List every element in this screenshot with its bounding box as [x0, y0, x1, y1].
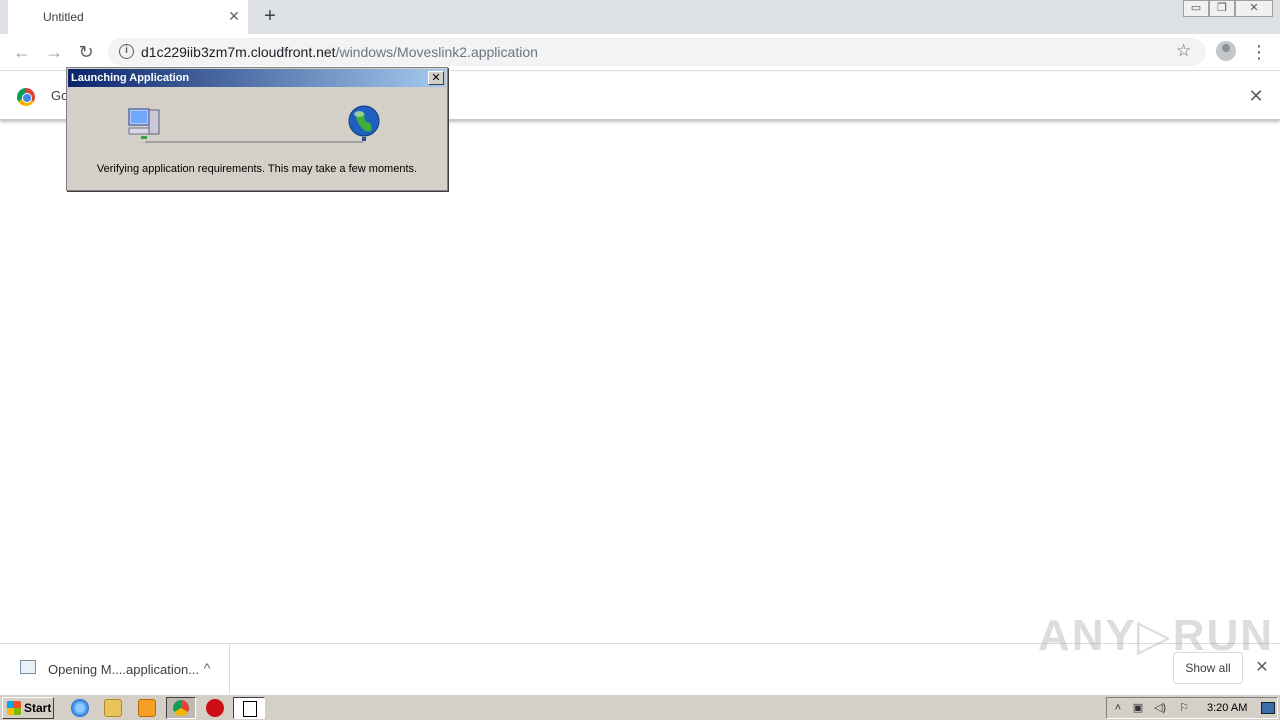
tab-untitled[interactable]: Untitled ✕ — [8, 0, 248, 34]
browser-toolbar: ← → ↻ i d1c229iib3zm7m.cloudfront.net/wi… — [0, 34, 1280, 71]
dialog-title: Launching Application — [71, 72, 190, 84]
infobar-close-icon[interactable]: ✕ — [1246, 86, 1266, 106]
chevron-up-icon[interactable]: ^ — [198, 658, 216, 678]
profile-avatar-icon[interactable] — [1216, 41, 1236, 61]
file-explorer-icon[interactable] — [104, 699, 122, 717]
start-button[interactable]: Start — [2, 697, 54, 719]
window-maximize-button[interactable]: ❐ — [1209, 0, 1235, 17]
internet-explorer-icon[interactable] — [71, 699, 89, 717]
tray-chevron-icon[interactable]: ˄ — [1111, 701, 1125, 715]
network-icon[interactable]: ▣ — [1131, 701, 1145, 715]
clickonce-app-taskbar-icon[interactable] — [233, 697, 265, 719]
progress-line — [145, 141, 363, 143]
volume-icon[interactable]: ◁) — [1153, 701, 1167, 715]
globe-icon — [348, 105, 380, 141]
dialog-message: Verifying application requirements. This… — [96, 163, 418, 175]
tab-title: Untitled — [43, 10, 84, 24]
application-file-icon — [20, 660, 36, 674]
clock[interactable]: 3:20 AM — [1207, 702, 1247, 714]
computer-icon — [128, 108, 160, 139]
chrome-taskbar-icon[interactable] — [166, 697, 196, 719]
tab-close-icon[interactable]: ✕ — [226, 8, 242, 24]
browser-menu-icon[interactable]: ⋮ — [1250, 40, 1268, 64]
download-item[interactable]: Opening M....application... ^ — [0, 644, 230, 694]
bookmark-star-icon[interactable]: ☆ — [1176, 41, 1191, 61]
dialog-close-button[interactable]: ✕ — [428, 71, 444, 85]
reload-button[interactable]: ↻ — [74, 40, 98, 64]
url-path: /windows/Moveslink2.application — [335, 44, 538, 60]
system-tray: ˄ ▣ ◁) ⚐ 3:20 AM — [1106, 697, 1278, 719]
window-minimize-button[interactable]: ▭ — [1183, 0, 1209, 17]
media-player-icon[interactable] — [138, 699, 156, 717]
window-close-button[interactable]: ✕ — [1235, 0, 1273, 17]
url-text[interactable]: d1c229iib3zm7m.cloudfront.net/windows/Mo… — [141, 44, 538, 60]
forward-button[interactable]: → — [42, 40, 66, 64]
opera-icon[interactable] — [206, 699, 224, 717]
new-tab-button[interactable]: + — [258, 4, 282, 28]
action-center-flag-icon[interactable]: ⚐ — [1177, 701, 1191, 715]
windows-taskbar: Start ˄ ▣ ◁) ⚐ 3:20 AM — [0, 694, 1280, 720]
start-label: Start — [24, 701, 52, 715]
url-domain: d1c229iib3zm7m.cloudfront.net — [141, 44, 336, 60]
address-bar[interactable]: i d1c229iib3zm7m.cloudfront.net/windows/… — [108, 38, 1206, 66]
dialog-titlebar[interactable]: Launching Application ✕ — [68, 69, 446, 87]
launching-application-dialog: Launching Application ✕ Verifying applic… — [66, 67, 448, 191]
download-shelf-close-icon[interactable]: ✕ — [1252, 658, 1272, 678]
download-item-label: Opening M....application... — [48, 662, 200, 677]
back-button[interactable]: ← — [10, 40, 34, 64]
show-desktop-icon[interactable] — [1261, 702, 1275, 714]
site-info-icon[interactable]: i — [119, 44, 134, 59]
chrome-logo-icon — [17, 88, 35, 106]
anyrun-watermark: ANY▷RUN — [1038, 611, 1275, 660]
windows-logo-icon — [7, 701, 21, 715]
tab-strip: Untitled ✕ + ▭ ❐ ✕ — [0, 0, 1280, 34]
